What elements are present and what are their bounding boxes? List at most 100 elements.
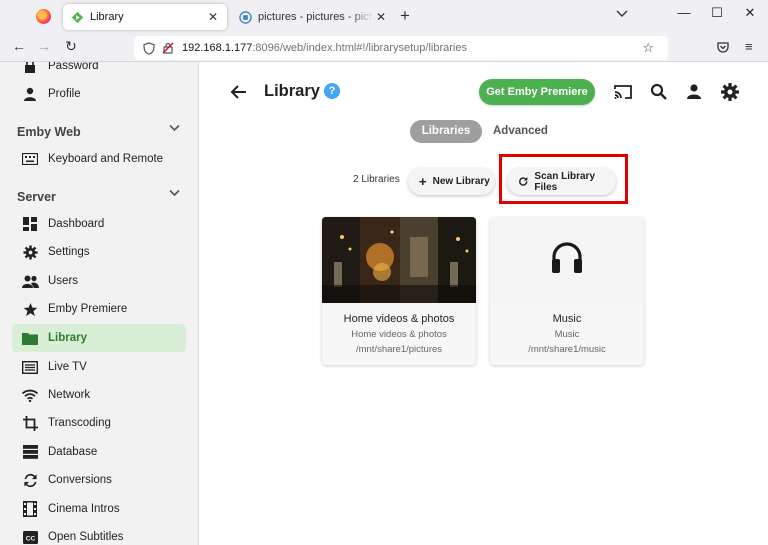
section-title-emby-web: Emby Web (17, 125, 81, 139)
tab-strip: Library ✕ pictures - pictures - pictures… (0, 0, 768, 33)
sidebar-item-label: Conversions (48, 474, 112, 486)
sidebar-item-database[interactable]: Database (12, 438, 186, 466)
emby-favicon-icon (71, 11, 84, 23)
highlight-annotation-box (499, 154, 628, 204)
sidebar-item-password[interactable]: Password (12, 62, 186, 80)
library-card-home-videos[interactable]: Home videos & photos Home videos & photo… (322, 217, 476, 365)
tracking-shield-icon[interactable] (142, 41, 156, 55)
sidebar-item-live-tv[interactable]: Live TV (12, 353, 186, 381)
library-thumbnail-placeholder (490, 217, 644, 303)
sidebar-item-users[interactable]: Users (12, 267, 186, 295)
page-title: Library (264, 82, 320, 100)
forward-icon[interactable]: → (35, 38, 53, 54)
pocket-icon[interactable] (716, 40, 730, 54)
sidebar-item-label: Password (48, 62, 99, 72)
sidebar-item-conversions[interactable]: Conversions (12, 466, 186, 494)
headphones-icon (552, 242, 582, 273)
minimize-icon[interactable]: — (672, 5, 696, 25)
database-icon (21, 443, 39, 461)
browser-tab-pictures[interactable]: pictures - pictures - pictures - Emby ✕ (231, 4, 395, 30)
sidebar-item-cinema-intros[interactable]: Cinema Intros (12, 495, 186, 523)
sidebar-item-network[interactable]: Network (12, 381, 186, 409)
crop-icon (21, 414, 39, 432)
insecure-lock-icon[interactable] (162, 42, 174, 54)
lock-icon (21, 62, 39, 75)
url-bar[interactable]: 192.168.1.177:8096/web/index.html#!/libr… (134, 36, 668, 60)
user-icon[interactable] (684, 82, 704, 102)
tab-advanced[interactable]: Advanced (493, 120, 548, 143)
tab-title: Library (90, 11, 124, 23)
menu-hamburger-icon[interactable]: ≡ (745, 39, 753, 54)
sidebar-item-label: Open Subtitles (48, 531, 124, 543)
search-icon[interactable] (649, 82, 669, 102)
new-library-button[interactable]: + New Library (408, 168, 495, 195)
sidebar-item-transcoding[interactable]: Transcoding (12, 409, 186, 437)
sidebar-item-label: Network (48, 389, 91, 401)
back-arrow-icon[interactable] (229, 82, 249, 102)
library-count: 2 Libraries (353, 174, 400, 185)
plus-icon: + (419, 174, 427, 189)
sidebar-item-open-subtitles[interactable]: CC Open Subtitles (12, 523, 186, 545)
globe-favicon-icon (239, 10, 252, 24)
browser-tab-library[interactable]: Library ✕ (63, 4, 227, 30)
library-thumbnail-image (322, 217, 476, 303)
sidebar-item-label: Profile (48, 88, 81, 100)
svg-text:CC: CC (25, 535, 35, 542)
cast-icon[interactable] (613, 82, 633, 102)
sidebar-item-library[interactable]: Library (12, 324, 186, 352)
url-path: :8096/web/index.html#!/librarysetup/libr… (252, 42, 467, 54)
url-text: 192.168.1.177:8096/web/index.html#!/libr… (182, 42, 467, 54)
close-window-icon[interactable]: ✕ (738, 5, 762, 25)
library-card-music[interactable]: Music Music /mnt/share1/music (490, 217, 644, 365)
tab-libraries[interactable]: Libraries (410, 120, 482, 143)
gear-icon (21, 243, 39, 261)
tab-title: pictures - pictures - pictures - Emby (258, 11, 373, 23)
bookmark-star-icon[interactable]: ☆ (642, 40, 654, 56)
sidebar-item-label: Settings (48, 246, 90, 258)
keyboard-icon (21, 150, 39, 168)
section-title-server: Server (17, 190, 56, 204)
sidebar-item-label: Live TV (48, 361, 87, 373)
sidebar-item-settings[interactable]: Settings (12, 238, 186, 266)
sidebar-item-label: Keyboard and Remote (48, 153, 164, 165)
tv-guide-icon (21, 358, 39, 376)
tab-list-chevron-icon[interactable] (616, 8, 628, 18)
people-icon (21, 272, 39, 290)
sidebar: Password Profile Emby Web Keyboard and R… (0, 62, 199, 545)
get-emby-premiere-button[interactable]: Get Emby Premiere (479, 79, 595, 105)
sidebar-item-dashboard[interactable]: Dashboard (12, 210, 186, 238)
chevron-down-icon[interactable] (169, 189, 180, 197)
sidebar-item-keyboard-and-remote[interactable]: Keyboard and Remote (12, 145, 186, 173)
sidebar-item-label: Library (48, 332, 87, 344)
help-icon[interactable]: ? (324, 83, 340, 99)
sidebar-item-profile[interactable]: Profile (12, 80, 186, 108)
library-name: Music (552, 313, 582, 325)
settings-gear-icon[interactable] (720, 82, 740, 102)
chevron-down-icon[interactable] (169, 124, 180, 132)
cc-icon: CC (21, 528, 39, 545)
back-icon[interactable]: ← (10, 38, 28, 54)
person-icon (21, 85, 39, 103)
sidebar-item-label: Transcoding (48, 417, 111, 429)
film-icon (21, 500, 39, 518)
sidebar-item-label: Users (48, 275, 79, 287)
library-path: /mnt/share1/music (528, 344, 606, 355)
firefox-logo-icon[interactable] (36, 9, 51, 24)
tab-close-icon[interactable]: ✕ (373, 10, 389, 24)
tab-close-icon[interactable]: ✕ (205, 10, 221, 24)
sidebar-item-emby-premiere[interactable]: Emby Premiere (12, 295, 186, 323)
library-name: Home videos & photos (343, 313, 455, 325)
new-library-label: New Library (432, 176, 490, 187)
sidebar-item-label: Cinema Intros (48, 503, 120, 515)
sidebar-item-label: Dashboard (48, 218, 105, 230)
reload-icon[interactable]: ↻ (62, 38, 80, 55)
sidebar-item-label: Emby Premiere (48, 303, 128, 315)
maximize-icon[interactable]: ☐ (705, 5, 729, 25)
library-type: Home videos & photos (351, 329, 447, 340)
new-tab-icon[interactable]: + (400, 6, 410, 26)
dashboard-icon (21, 215, 39, 233)
library-type: Music (554, 329, 580, 340)
wifi-icon (21, 386, 39, 404)
url-host: 192.168.1.177 (182, 42, 253, 54)
sidebar-item-label: Database (48, 446, 98, 458)
